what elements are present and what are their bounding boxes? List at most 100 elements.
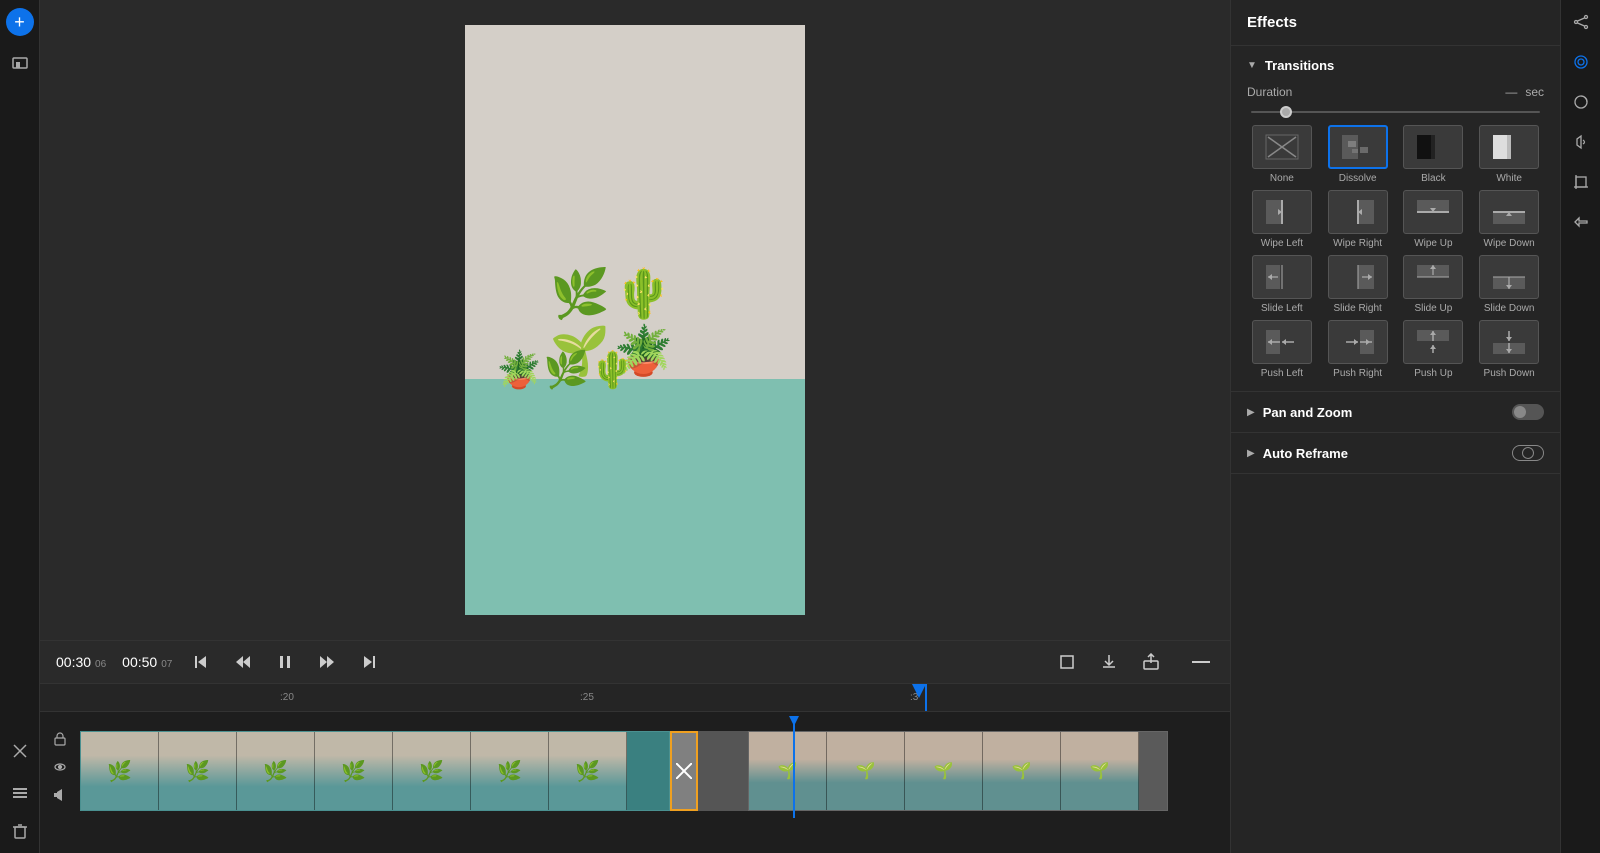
- transition-dissolve[interactable]: Dissolve: [1323, 125, 1393, 184]
- rewind-button[interactable]: [230, 649, 256, 675]
- pause-button[interactable]: [272, 649, 298, 675]
- right-panel: Effects ▼ Transitions Duration — sec: [1230, 0, 1560, 853]
- transition-wipe-down[interactable]: Wipe Down: [1474, 190, 1544, 249]
- transition-segment-selected[interactable]: [670, 731, 698, 811]
- plus-icon: +: [14, 12, 25, 33]
- preview-video: [465, 25, 805, 615]
- auto-reframe-section: ▶ Auto Reframe: [1231, 433, 1560, 474]
- skip-forward-icon: [360, 653, 378, 671]
- current-time: 00:30: [56, 654, 91, 670]
- transitions-title-row[interactable]: ▼ Transitions: [1247, 58, 1544, 73]
- transition-push-down[interactable]: Push Down: [1474, 320, 1544, 379]
- transition-wipe-left[interactable]: Wipe Left: [1247, 190, 1317, 249]
- pan-zoom-row[interactable]: ▶ Pan and Zoom: [1247, 404, 1544, 420]
- fast-forward-button[interactable]: [314, 649, 340, 675]
- total-sub: 07: [161, 659, 172, 670]
- right-tool-sidebar: [1560, 0, 1600, 853]
- push-right-label: Push Right: [1333, 368, 1382, 379]
- color-tool-button[interactable]: [1567, 88, 1595, 116]
- clip-segment-photo[interactable]: [748, 731, 1168, 811]
- auto-reframe-row[interactable]: ▶ Auto Reframe: [1247, 445, 1544, 461]
- push-up-label: Push Up: [1414, 368, 1452, 379]
- thumb-6: [471, 732, 549, 810]
- audio-tool-button[interactable]: [1567, 128, 1595, 156]
- crop-button[interactable]: [1054, 649, 1080, 675]
- transition-white[interactable]: White: [1474, 125, 1544, 184]
- track-content: [80, 716, 1230, 818]
- home-button[interactable]: [6, 48, 34, 76]
- transition-push-left[interactable]: Push Left: [1247, 320, 1317, 379]
- transition-wipe-right[interactable]: Wipe Right: [1323, 190, 1393, 249]
- transition-push-right[interactable]: Push Right: [1323, 320, 1393, 379]
- transitions-title: Transitions: [1265, 58, 1334, 73]
- share-button[interactable]: [1138, 649, 1164, 675]
- transition-wipe-up[interactable]: Wipe Up: [1399, 190, 1469, 249]
- track-eye-button[interactable]: [48, 755, 72, 779]
- thumb-4: [315, 732, 393, 810]
- effects-tool-button[interactable]: [1567, 48, 1595, 76]
- pan-zoom-title: Pan and Zoom: [1263, 405, 1512, 420]
- transitions-section: ▼ Transitions Duration — sec: [1231, 46, 1560, 392]
- transition-thumb-black: [1403, 125, 1463, 169]
- transition-thumb-slide-left: [1252, 255, 1312, 299]
- duration-unit: sec: [1525, 85, 1544, 99]
- transition-thumb-dissolve: [1328, 125, 1388, 169]
- pause-icon: [276, 653, 294, 671]
- clip-segment-dark[interactable]: [698, 731, 748, 811]
- skip-forward-button[interactable]: [356, 649, 382, 675]
- track-lock-button[interactable]: [48, 727, 72, 751]
- push-left-label: Push Left: [1261, 368, 1303, 379]
- preview-area: [40, 0, 1230, 640]
- motion-tool-icon: [1573, 214, 1589, 230]
- share-tool-button[interactable]: [1567, 8, 1595, 36]
- wipe-up-label: Wipe Up: [1414, 238, 1452, 249]
- timeline-ruler: :20 :25 :3: [40, 684, 1230, 712]
- skip-back-button[interactable]: [188, 649, 214, 675]
- clip-segment-teal[interactable]: [80, 731, 670, 811]
- add-button[interactable]: +: [6, 8, 34, 36]
- thumb-5: [393, 732, 471, 810]
- transition-thumb-slide-right: [1328, 255, 1388, 299]
- photo-thumb-1: [749, 732, 827, 810]
- crop-tool-button[interactable]: [1567, 168, 1595, 196]
- duration-slider-handle[interactable]: [1280, 106, 1292, 118]
- transition-slide-left[interactable]: Slide Left: [1247, 255, 1317, 314]
- pan-zoom-toggle[interactable]: [1512, 404, 1544, 420]
- motion-tool-button[interactable]: [1567, 208, 1595, 236]
- transition-none[interactable]: None: [1247, 125, 1317, 184]
- transition-push-up[interactable]: Push Up: [1399, 320, 1469, 379]
- track-controls: [40, 716, 80, 818]
- plant-scene: [465, 25, 805, 615]
- track-audio-button[interactable]: [48, 783, 72, 807]
- scissors-button[interactable]: [6, 737, 34, 765]
- menu-button[interactable]: [1188, 656, 1214, 668]
- total-time: 00:50: [122, 654, 157, 670]
- transition-slide-right[interactable]: Slide Right: [1323, 255, 1393, 314]
- none-label: None: [1270, 173, 1294, 184]
- transition-black[interactable]: Black: [1399, 125, 1469, 184]
- layers-button[interactable]: [6, 777, 34, 805]
- track-strip: [80, 731, 1168, 811]
- trash-button[interactable]: [6, 817, 34, 845]
- ruler-playhead[interactable]: [925, 684, 927, 711]
- share-icon: [1142, 653, 1160, 671]
- eye-icon: [53, 760, 67, 774]
- effects-tool-icon: [1573, 54, 1589, 70]
- transitions-grid: None Dissolve: [1247, 125, 1544, 379]
- playback-controls: 00:30 06 00:50 07: [40, 640, 1230, 683]
- transition-thumb-none: [1252, 125, 1312, 169]
- black-label: Black: [1421, 173, 1445, 184]
- auto-reframe-toggle[interactable]: [1512, 445, 1544, 461]
- transition-slide-up[interactable]: Slide Up: [1399, 255, 1469, 314]
- export-button[interactable]: [1096, 649, 1122, 675]
- duration-slider-track[interactable]: [1251, 111, 1540, 113]
- ruler-mark-20: :20: [280, 692, 294, 703]
- photo-thumb-5: [1061, 732, 1139, 810]
- push-down-label: Push Down: [1484, 368, 1535, 379]
- timeline-area: :20 :25 :3: [40, 683, 1230, 853]
- timeline-playhead-line: [793, 716, 795, 818]
- crop-icon: [1058, 653, 1076, 671]
- transition-slide-down[interactable]: Slide Down: [1474, 255, 1544, 314]
- slide-left-icon: [1264, 263, 1300, 291]
- wipe-down-label: Wipe Down: [1484, 238, 1535, 249]
